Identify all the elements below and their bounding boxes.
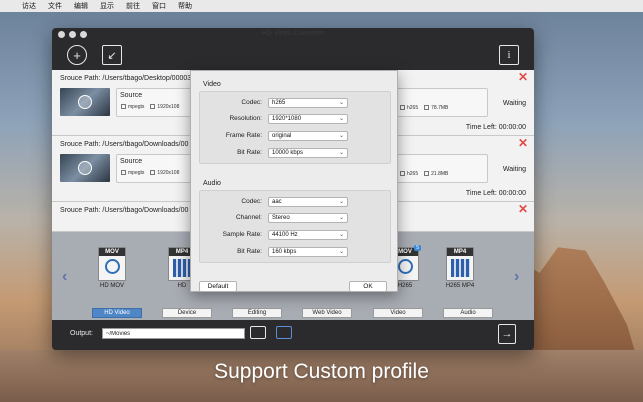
title-bar: HD Video Converter [52, 28, 534, 42]
video-bitrate-select[interactable]: 10000 kbps ⌄ [268, 148, 348, 158]
chevron-down-icon: ⌄ [338, 133, 344, 139]
audio-bitrate-row: Bit Rate: 160 kbps ⌄ [200, 247, 392, 258]
codec-icon [400, 171, 405, 177]
chevron-left-icon[interactable]: ‹ [62, 268, 67, 286]
menu-item-go[interactable]: 前往 [126, 1, 140, 11]
chevron-down-icon: ⌄ [338, 249, 344, 255]
source-path: Srouce Path: /Users/tbago/Downloads/00 [60, 207, 189, 214]
quicktime-icon [105, 259, 120, 274]
sample-rate-select[interactable]: 44100 Hz ⌄ [268, 230, 348, 240]
video-codec-row: Codec: h265 ⌄ [200, 98, 392, 109]
audio-settings-group: Codec: aac ⌄ Channel: Stereo ⌄ Sample Rate… [199, 190, 391, 263]
chevron-down-icon: ⌄ [338, 215, 344, 221]
frame-rate-select[interactable]: original ⌄ [268, 131, 348, 141]
chevron-down-icon: ⌄ [338, 150, 344, 156]
open-folder-icon[interactable] [276, 326, 292, 339]
menu-item-edit[interactable]: 编辑 [74, 1, 88, 11]
import-arrow-icon: ↙ [107, 49, 117, 62]
tab-audio[interactable]: Audio [443, 308, 493, 318]
browse-folder-icon[interactable] [250, 326, 266, 339]
window-title: HD Video Converter [261, 30, 325, 37]
channel-row: Channel: Stereo ⌄ [200, 213, 392, 224]
remove-task-icon[interactable]: ✕ [518, 70, 528, 84]
status-label: Waiting [502, 100, 526, 107]
output-meta: h265 21.8MB [400, 171, 448, 177]
chevron-down-icon: ⌄ [338, 100, 344, 106]
status-label: Waiting [502, 166, 526, 173]
menu-item-help[interactable]: 帮助 [178, 1, 192, 11]
audio-codec-row: Codec: aac ⌄ [200, 197, 392, 208]
menu-item-file[interactable]: 文件 [48, 1, 62, 11]
video-codec-select[interactable]: h265 ⌄ [268, 98, 348, 108]
audio-section-title: Audio [203, 180, 221, 187]
menu-item-finder[interactable]: 访达 [22, 1, 36, 11]
video-section-title: Video [203, 81, 221, 88]
remove-task-icon[interactable]: ✕ [518, 136, 528, 150]
source-meta: mpegts 1920x108 [121, 170, 179, 176]
tab-hd-video[interactable]: HD Video [92, 308, 142, 318]
chevron-right-icon[interactable]: › [514, 268, 519, 286]
mov-file-icon: MOV [98, 247, 126, 281]
format-item-hd-mov[interactable]: MOV HD MOV [97, 247, 127, 289]
channel-select[interactable]: Stereo ⌄ [268, 213, 348, 223]
category-tabs: HD Video Device Editing Web Video Video … [52, 308, 534, 320]
source-label: Source [120, 158, 143, 165]
time-left: Time Left: 00:00:00 [465, 124, 526, 131]
play-icon[interactable] [78, 95, 92, 109]
audio-bitrate-select[interactable]: 160 kbps ⌄ [268, 247, 348, 257]
output-label: Output: [70, 330, 93, 337]
film-icon [451, 259, 470, 277]
menu-bar: 访达 文件 编辑 显示 前往 窗口 帮助 [0, 0, 643, 12]
sample-rate-row: Sample Rate: 44100 Hz ⌄ [200, 230, 392, 241]
format-icon [121, 170, 126, 176]
resolution-icon [150, 170, 156, 176]
video-bitrate-row: Bit Rate: 10000 kbps ⌄ [200, 148, 392, 159]
video-thumbnail[interactable] [60, 154, 110, 182]
custom-profile-dialog: Video Codec: h265 ⌄ Resolution: 1920*1080… [190, 70, 398, 292]
source-label: Source [120, 92, 143, 99]
tab-web-video[interactable]: Web Video [302, 308, 352, 318]
chevron-down-icon: ⌄ [338, 232, 344, 238]
format-icon [121, 104, 126, 110]
format-item-h265-mp4[interactable]: MP4 H265 MP4 [445, 247, 475, 289]
output-row: Output: → [52, 320, 534, 350]
info-icon: i [507, 49, 511, 61]
ok-button[interactable]: OK [349, 281, 387, 292]
size-icon [424, 105, 430, 111]
remove-task-icon[interactable]: ✕ [518, 202, 528, 216]
output-meta: h265 78.7MB [400, 105, 448, 111]
plus-circle-icon: + [73, 47, 81, 63]
time-left: Time Left: 00:00:00 [465, 190, 526, 197]
codec-icon [400, 105, 405, 111]
frame-rate-row: Frame Rate: original ⌄ [200, 131, 392, 142]
source-path: Srouce Path: /Users/tbago/Desktop/00003 [60, 75, 192, 82]
source-meta: mpegts 1920x108 [121, 104, 179, 110]
quicktime-icon [398, 259, 413, 274]
resolution-row: Resolution: 1920*1080 ⌄ [200, 114, 392, 125]
menu-item-window[interactable]: 窗口 [152, 1, 166, 11]
menu-item-view[interactable]: 显示 [100, 1, 114, 11]
tab-video[interactable]: Video [373, 308, 423, 318]
video-thumbnail[interactable] [60, 88, 110, 116]
source-path: Srouce Path: /Users/tbago/Downloads/00 [60, 141, 189, 148]
info-button[interactable]: i [499, 45, 519, 65]
add-file-button[interactable]: + [67, 45, 87, 65]
video-settings-group: Codec: h265 ⌄ Resolution: 1920*1080 ⌄ Fram… [199, 91, 391, 164]
size-icon [424, 171, 430, 177]
audio-codec-select[interactable]: aac ⌄ [268, 197, 348, 207]
output-path-input[interactable] [102, 328, 245, 339]
import-button[interactable]: ↙ [102, 45, 122, 65]
badge: 5 [414, 245, 421, 251]
tab-device[interactable]: Device [162, 308, 212, 318]
tab-editing[interactable]: Editing [232, 308, 282, 318]
chevron-down-icon: ⌄ [338, 199, 344, 205]
resolution-icon [150, 104, 156, 110]
chevron-down-icon: ⌄ [338, 116, 344, 122]
promo-caption: Support Custom profile [214, 360, 429, 383]
play-icon[interactable] [78, 161, 92, 175]
default-button[interactable]: Default [199, 281, 237, 292]
resolution-select[interactable]: 1920*1080 ⌄ [268, 114, 348, 124]
export-icon[interactable]: → [498, 324, 516, 344]
mp4-file-icon: MP4 [446, 247, 474, 281]
